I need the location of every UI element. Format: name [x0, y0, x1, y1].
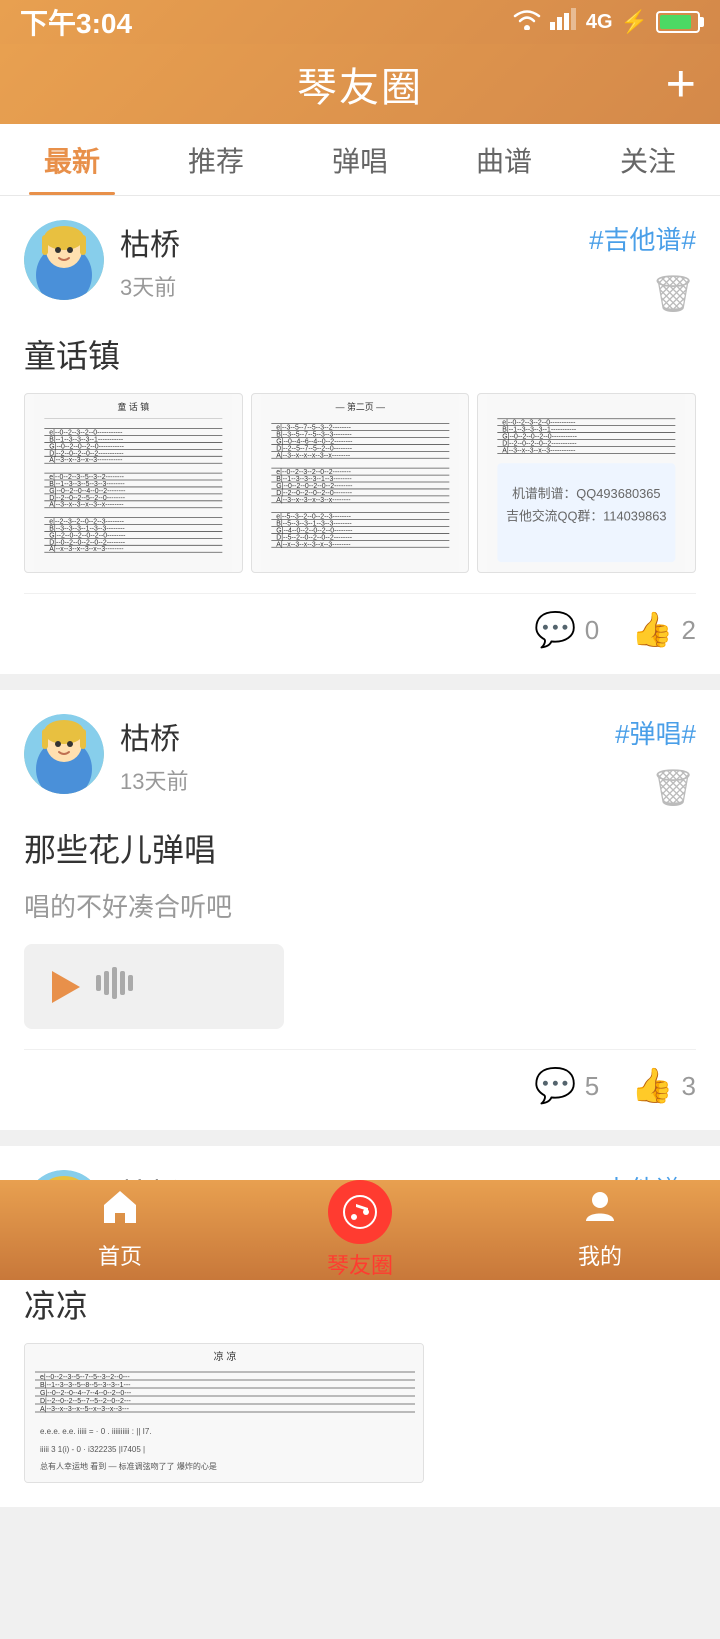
- post-2: 枯桥 13天前 #弹唱# 🗑 那些花儿弹唱 唱的不好凑合听吧: [0, 690, 720, 1130]
- svg-text:D|--2--0--2--5--7--5--2--0--2-: D|--2--0--2--5--7--5--2--0--2---: [40, 1398, 132, 1405]
- svg-text:G|--0--2--0--4--7--4--0--2--0-: G|--0--2--0--4--7--4--0--2--0---: [40, 1390, 132, 1397]
- svg-text:iiiii 3 1(i) - 0 · i322235 |I7: iiiii 3 1(i) - 0 · i322235 |I7405 |: [40, 1445, 145, 1454]
- circle-music-icon: [342, 1194, 378, 1230]
- svg-text:A|--3--x--3--x--5--x--3--x--3-: A|--3--x--3--x--5--x--3--x--3---: [40, 1406, 130, 1413]
- post-2-username[interactable]: 枯桥: [120, 714, 615, 758]
- battery-icon: [656, 11, 700, 33]
- tab-bar: 最新 推荐 弹唱 曲谱 关注: [0, 124, 720, 196]
- post-1-title[interactable]: 童话镇: [24, 331, 696, 377]
- post-2-footer: 💬 5 👍 3: [24, 1049, 696, 1106]
- post-1-comments[interactable]: 💬 0: [534, 610, 599, 650]
- post-2-likes[interactable]: 👍 3: [631, 1066, 696, 1106]
- circle-icon-container: [328, 1180, 392, 1244]
- post-3-title[interactable]: 凉凉: [24, 1281, 696, 1327]
- tab-recommend[interactable]: 推荐: [144, 124, 288, 195]
- play-button[interactable]: [52, 971, 80, 1003]
- add-button[interactable]: +: [666, 58, 696, 110]
- person-icon: [582, 1189, 618, 1235]
- lightning-icon: ⚡: [621, 9, 648, 35]
- comment-icon: 💬: [534, 610, 576, 650]
- nav-mine[interactable]: 我的: [480, 1189, 720, 1271]
- svg-text:A|--3--x--x--x--3--x--------: A|--3--x--x--x--3--x--------: [276, 452, 350, 459]
- post-1-likes[interactable]: 👍 2: [631, 610, 696, 650]
- svg-text:A|--3--x--3--x--3-----------: A|--3--x--3--x--3-----------: [49, 457, 122, 464]
- svg-text:童 话 镇: 童 话 镇: [118, 401, 150, 412]
- post-1-like-count: 2: [682, 615, 696, 646]
- svg-text:B|--1--3--3--5--8--5--3--3--1-: B|--1--3--3--5--8--5--3--3--1---: [40, 1382, 131, 1389]
- status-bar: 下午3:04 4G ⚡: [0, 0, 720, 44]
- post-2-comments[interactable]: 💬 5: [534, 1066, 599, 1106]
- nav-circle[interactable]: 琴友圈: [240, 1180, 480, 1280]
- sheet-img-1[interactable]: 童 话 镇 e|--0--2--3--2--0----------- B|--1…: [24, 393, 243, 573]
- nav-home-label: 首页: [98, 1239, 142, 1271]
- home-icon: [100, 1189, 140, 1235]
- svg-text:e.e.e. e.e. iiiii = · 0 . iiii: e.e.e. e.e. iiiii = · 0 . iiiiiiiiii : |…: [40, 1427, 152, 1436]
- tab-score[interactable]: 曲谱: [432, 124, 576, 195]
- post-2-title[interactable]: 那些花儿弹唱: [24, 825, 696, 871]
- like-icon: 👍: [631, 610, 673, 650]
- signal-icon: [550, 8, 578, 36]
- avatar-2[interactable]: [24, 714, 104, 794]
- wifi-icon: [512, 8, 542, 36]
- svg-text:吉他交流QQ群：114039863: 吉他交流QQ群：114039863: [506, 509, 666, 524]
- nav-home[interactable]: 首页: [0, 1189, 240, 1271]
- app-header: 琴友圈 +: [0, 44, 720, 124]
- svg-text:A|--x--3--x--3--x--3--------: A|--x--3--x--3--x--3--------: [276, 541, 350, 548]
- svg-text:A|--3--x--3--x--3--x--------: A|--3--x--3--x--3--x--------: [49, 502, 123, 509]
- post-2-subtitle: 唱的不好凑合听吧: [24, 887, 696, 924]
- tab-follow[interactable]: 关注: [576, 124, 720, 195]
- post-1-delete[interactable]: 🗑: [650, 273, 696, 315]
- post-2-delete[interactable]: 🗑: [650, 767, 696, 809]
- post-1-footer: 💬 0 👍 2: [24, 593, 696, 650]
- post-1-sheets: 童 话 镇 e|--0--2--3--2--0----------- B|--1…: [24, 393, 696, 573]
- status-right: 4G ⚡: [512, 8, 700, 36]
- svg-text:机谱制谱：QQ493680365: 机谱制谱：QQ493680365: [512, 486, 661, 501]
- svg-text:总有人幸运地 看到 — 标准调弦吻了了 爆炸的心是: 总有人幸运地 看到 — 标准调弦吻了了 爆炸的心是: [40, 1461, 217, 1471]
- svg-text:— 第二页 —: — 第二页 —: [335, 401, 384, 412]
- sound-waves-icon: [96, 964, 136, 1009]
- svg-text:A|--3--x--3--x--3--x--------: A|--3--x--3--x--3--x--------: [276, 497, 350, 504]
- audio-player[interactable]: [24, 944, 284, 1029]
- post-1-username[interactable]: 枯桥: [120, 220, 589, 264]
- network-type: 4G: [586, 11, 613, 34]
- post-3-sheet[interactable]: 凉 凉 e|--0--2--3--5--7--5--3--2--0--- B|-…: [24, 1343, 424, 1483]
- post-2-like-count: 3: [682, 1071, 696, 1102]
- post-2-tag[interactable]: #弹唱#: [615, 714, 696, 751]
- feed: 枯桥 3天前 #吉他谱# 🗑 童话镇 童 话 镇: [0, 196, 720, 1639]
- tab-latest[interactable]: 最新: [0, 124, 144, 195]
- post-1-tag[interactable]: #吉他谱#: [589, 220, 696, 257]
- status-time: 下午3:04: [20, 2, 132, 42]
- svg-text:A|--3--x--3--x--3-----------: A|--3--x--3--x--3-----------: [503, 447, 576, 454]
- post-1-comment-count: 0: [585, 615, 599, 646]
- post-2-comment-count: 5: [585, 1071, 599, 1102]
- tab-play[interactable]: 弹唱: [288, 124, 432, 195]
- svg-text:e|--0--2--3--5--7--5--3--2--0-: e|--0--2--3--5--7--5--3--2--0---: [40, 1374, 130, 1381]
- svg-text:A|--x--3--x--3--x--3--------: A|--x--3--x--3--x--3--------: [49, 546, 123, 553]
- post-1-time: 3天前: [120, 270, 589, 302]
- bottom-nav: 首页 琴友圈 我的: [0, 1180, 720, 1280]
- post-1: 枯桥 3天前 #吉他谱# 🗑 童话镇 童 话 镇: [0, 196, 720, 674]
- comment-icon-2: 💬: [534, 1066, 576, 1106]
- svg-text:凉 凉: 凉 凉: [214, 1350, 237, 1363]
- avatar-1[interactable]: [24, 220, 104, 300]
- nav-mine-label: 我的: [578, 1239, 622, 1271]
- post-2-user-info: 枯桥 13天前: [120, 714, 615, 796]
- post-1-user-info: 枯桥 3天前: [120, 220, 589, 302]
- app-title: 琴友圈: [297, 55, 423, 113]
- post-2-time: 13天前: [120, 764, 615, 796]
- nav-circle-label: 琴友圈: [327, 1248, 393, 1280]
- sheet-img-2[interactable]: — 第二页 — e|--3--5--7--5--3--2-------- B|-…: [251, 393, 470, 573]
- like-icon-2: 👍: [631, 1066, 673, 1106]
- sheet-img-3[interactable]: e|--0--2--3--2--0----------- B|--1--3--3…: [477, 393, 696, 573]
